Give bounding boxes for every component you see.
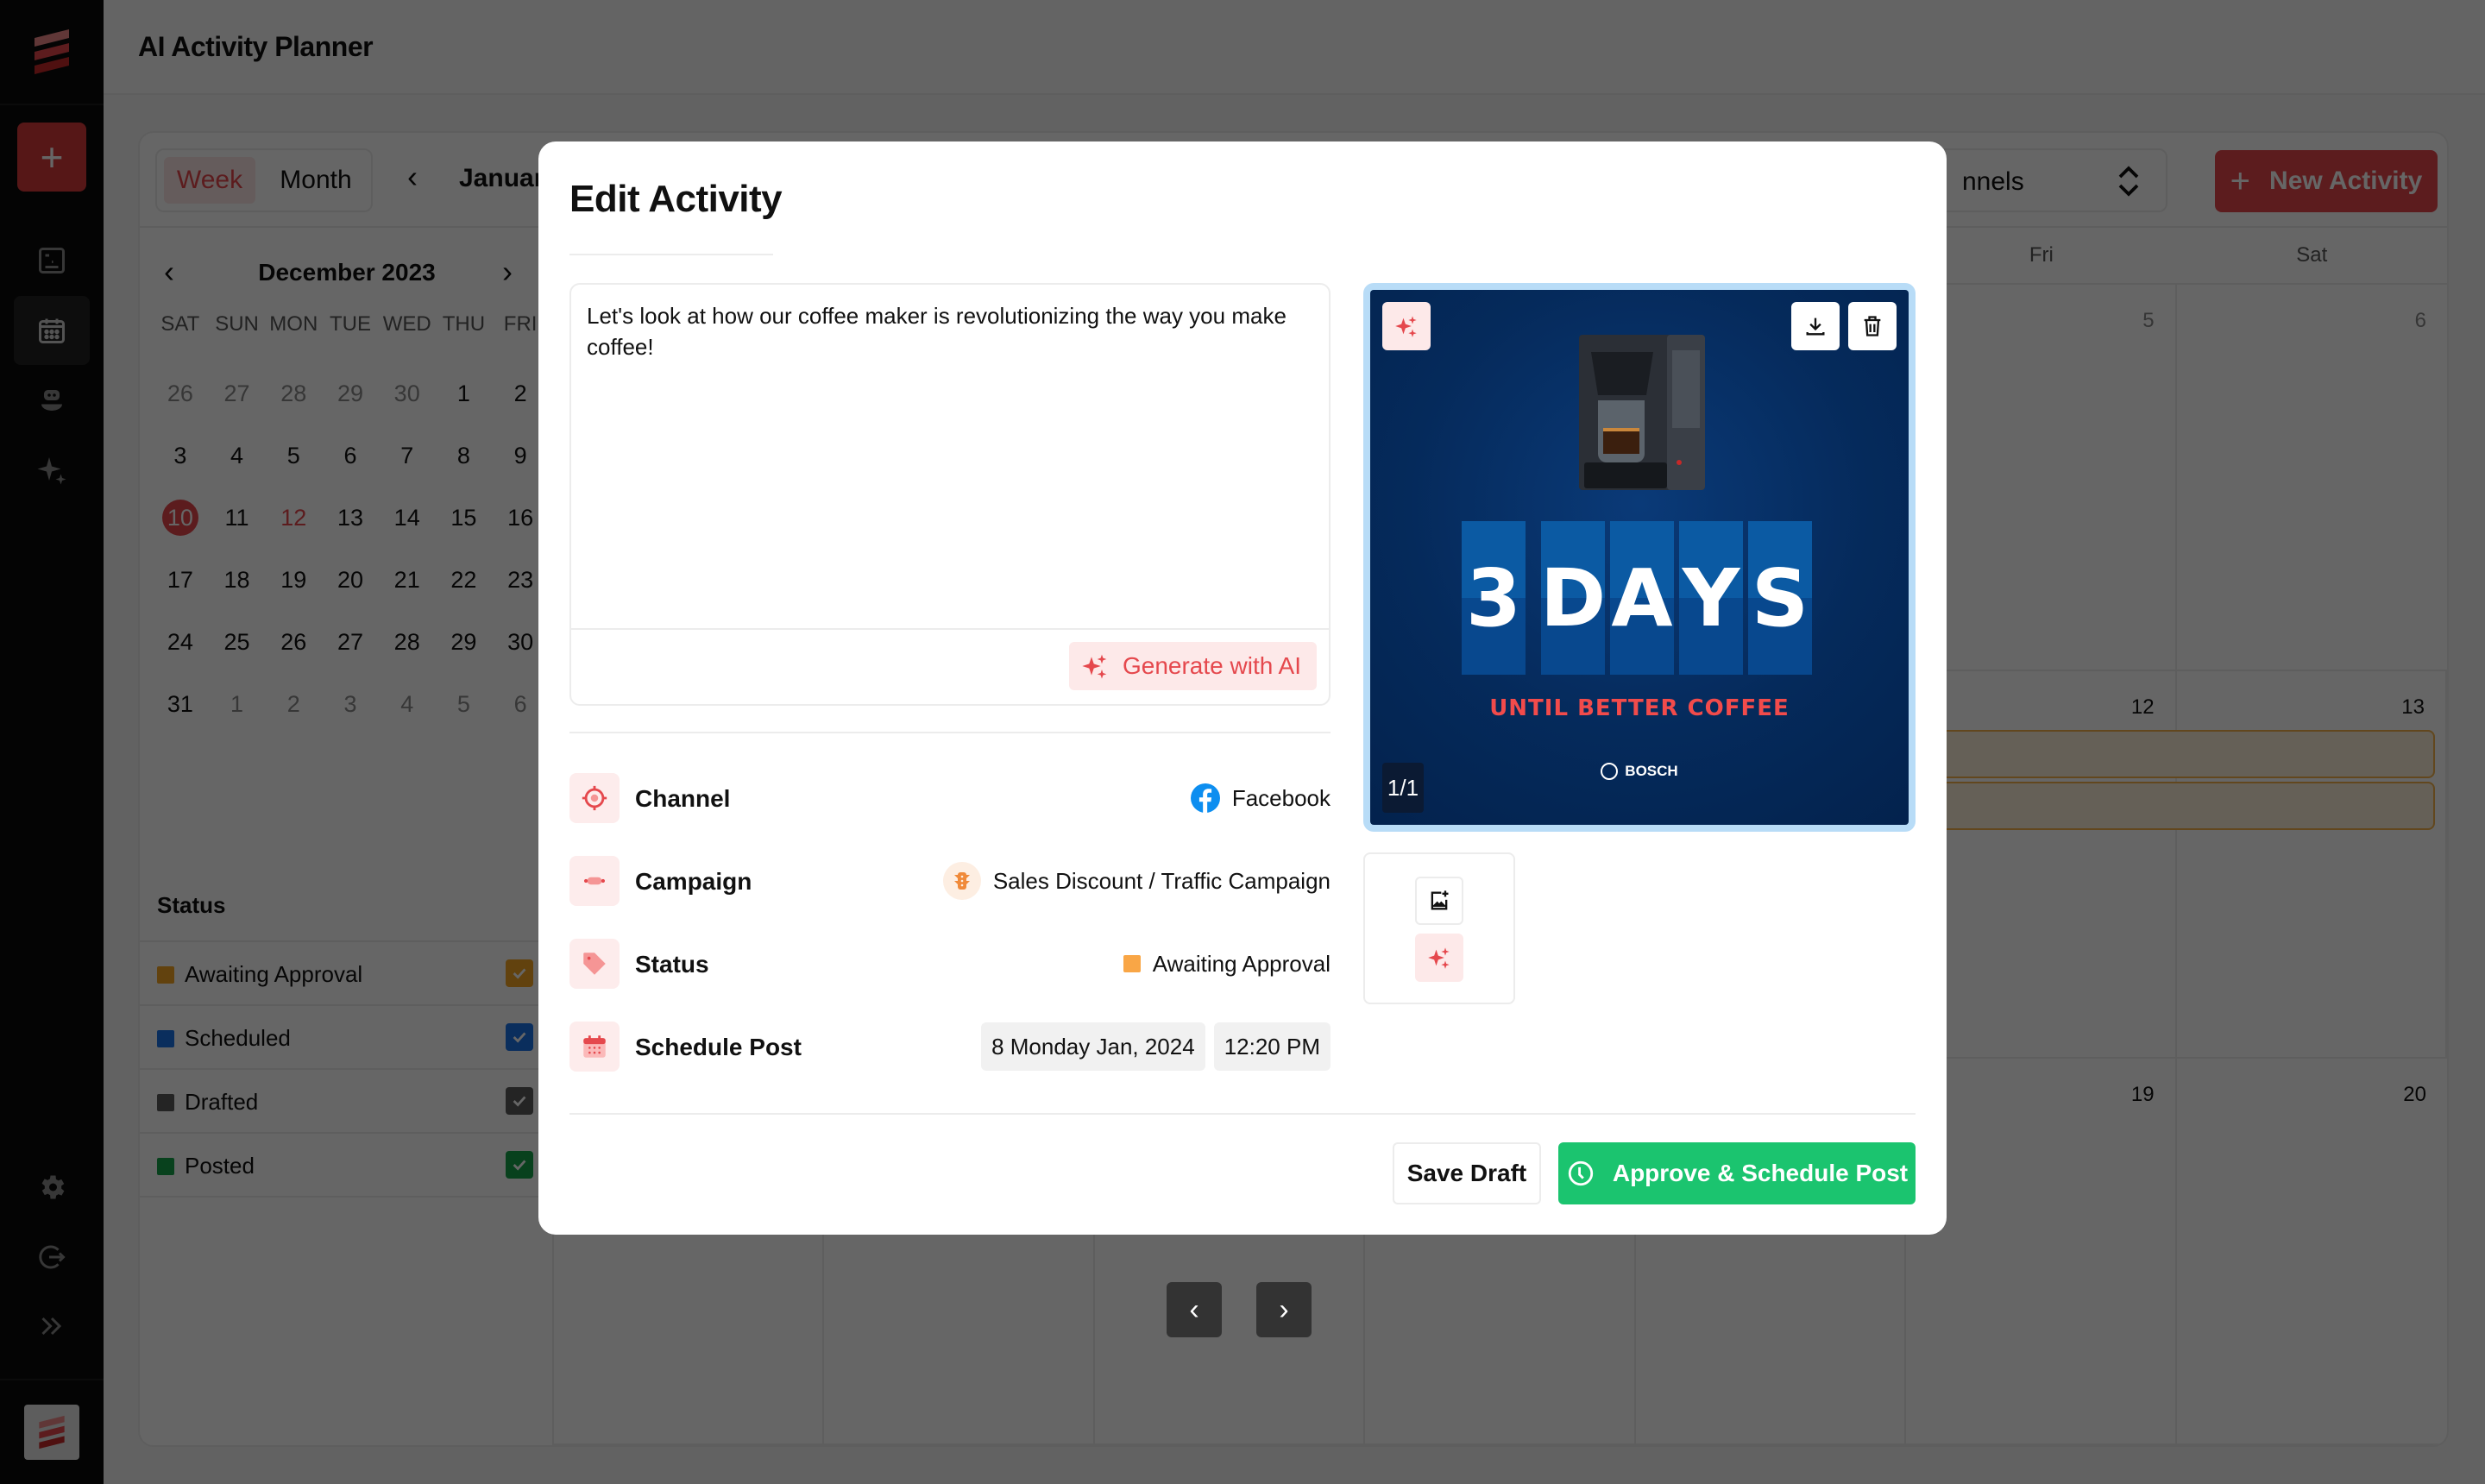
headline-tile: D — [1540, 521, 1606, 675]
week-pager: ‹ › — [1167, 1282, 1312, 1337]
channel-value[interactable]: Facebook — [1190, 773, 1331, 823]
generate-with-ai-button[interactable]: Generate with AI — [1068, 642, 1317, 690]
schedule-row: Schedule Post 8 Monday Jan, 2024 12:20 P… — [569, 1022, 1331, 1072]
tag-icon — [569, 939, 620, 989]
download-icon — [1806, 318, 1825, 336]
campaign-value-text: Sales Discount / Traffic Campaign — [992, 867, 1331, 894]
brand-logo-icon — [1601, 763, 1619, 780]
pager-prev-button[interactable]: ‹ — [1167, 1282, 1222, 1337]
post-text-input[interactable] — [587, 300, 1312, 611]
brand-name: BOSCH — [1625, 763, 1678, 779]
image-ai-button[interactable] — [1382, 302, 1431, 350]
status-value[interactable]: Awaiting Approval — [1123, 939, 1331, 989]
calendar-icon — [569, 1022, 620, 1072]
add-image-button[interactable] — [1415, 877, 1463, 925]
schedule-label: Schedule Post — [635, 1034, 802, 1060]
post-text-box: Generate with AI — [569, 283, 1331, 706]
headline-tile: A — [1610, 521, 1674, 675]
status-label: Status — [635, 951, 709, 978]
pager-next-button[interactable]: › — [1256, 1282, 1312, 1337]
campaign-icon — [569, 856, 620, 906]
footer-divider — [569, 1113, 1916, 1115]
headline-tiles: 3DAYS — [1462, 521, 1812, 675]
channel-row: Channel Facebook — [569, 773, 1331, 823]
headline-tile: 3 — [1462, 521, 1526, 675]
ad-tagline: UNTIL BETTER COFFEE — [1489, 695, 1790, 721]
target-icon — [569, 773, 620, 823]
trash-icon — [1864, 316, 1881, 336]
sparkle-icon — [1428, 947, 1450, 969]
headline-tile: Y — [1679, 521, 1743, 675]
add-image-icon — [1431, 890, 1449, 910]
image-page-indicator: 1/1 — [1382, 763, 1424, 813]
approve-schedule-label: Approve & Schedule Post — [1612, 1160, 1909, 1186]
save-draft-button[interactable]: Save Draft — [1393, 1142, 1541, 1204]
image-preview[interactable]: 3DAYS UNTIL BETTER COFFEE BOSCH 1/1 — [1363, 283, 1916, 832]
channel-value-text: Facebook — [1231, 784, 1331, 811]
edit-activity-modal: Edit Activity Generate with AI Channel F… — [538, 141, 1947, 1235]
traffic-light-icon — [942, 862, 981, 900]
campaign-label: Campaign — [635, 868, 752, 895]
headline-tile: S — [1748, 521, 1812, 675]
post-text-footer: Generate with AI — [571, 628, 1329, 704]
generate-image-button[interactable] — [1415, 934, 1463, 982]
image-download-button[interactable] — [1791, 302, 1840, 350]
image-thumbnail-actions — [1363, 852, 1515, 1004]
schedule-date-field[interactable]: 8 Monday Jan, 2024 — [981, 1022, 1205, 1071]
channel-label: Channel — [635, 785, 731, 812]
status-swatch — [1123, 955, 1141, 972]
sparkle-icon — [1395, 316, 1417, 337]
schedule-value: 8 Monday Jan, 2024 12:20 PM — [981, 1022, 1331, 1072]
generate-with-ai-label: Generate with AI — [1122, 652, 1301, 679]
divider — [569, 732, 1331, 733]
facebook-icon — [1190, 783, 1220, 813]
campaign-row: Campaign Sales Discount / Traffic Campai… — [569, 856, 1331, 906]
campaign-value[interactable]: Sales Discount / Traffic Campaign — [942, 856, 1331, 906]
coffee-maker-image — [1579, 335, 1705, 490]
clock-icon — [1568, 1160, 1594, 1186]
status-row: Status Awaiting Approval — [569, 939, 1331, 989]
image-delete-button[interactable] — [1848, 302, 1897, 350]
status-value-text: Awaiting Approval — [1152, 950, 1331, 977]
schedule-time-field[interactable]: 12:20 PM — [1213, 1022, 1331, 1071]
title-divider — [569, 254, 773, 255]
ad-brand: BOSCH — [1370, 763, 1909, 780]
ad-creative-image: 3DAYS UNTIL BETTER COFFEE BOSCH — [1370, 290, 1909, 825]
modal-title: Edit Activity — [569, 178, 783, 220]
sparkle-icon — [1082, 654, 1107, 679]
approve-schedule-button[interactable]: Approve & Schedule Post — [1558, 1142, 1916, 1204]
